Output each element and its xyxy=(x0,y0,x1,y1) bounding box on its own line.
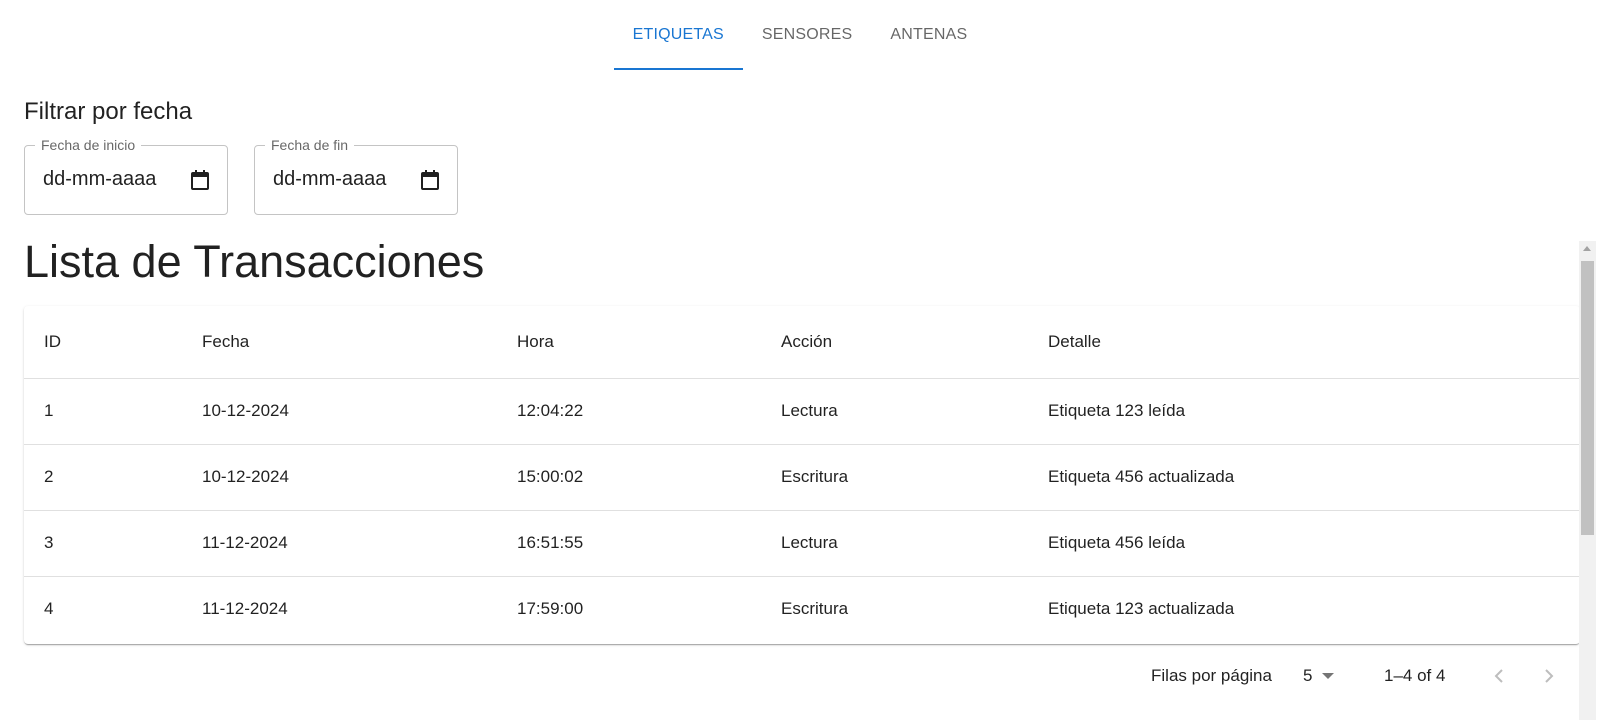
cell-accion: Lectura xyxy=(761,378,1028,445)
cell-hora: 12:04:22 xyxy=(497,378,761,445)
end-date-field[interactable]: Fecha de fin dd-mm-aaaa xyxy=(254,136,458,215)
cell-fecha: 11-12-2024 xyxy=(202,599,288,619)
table-row: 1 10-12-2024 12:04:22 Lectura Etiqueta 1… xyxy=(24,378,1580,445)
start-date-value[interactable]: dd-mm-aaaa xyxy=(43,168,156,191)
rows-per-page-value: 5 xyxy=(1303,666,1313,685)
cell-hora: 16:51:55 xyxy=(497,510,761,577)
cell-detalle: Etiqueta 456 actualizada xyxy=(1028,444,1580,511)
cell-fecha: 10-12-2024 xyxy=(182,444,497,511)
scroll-up-arrow-icon[interactable] xyxy=(1583,246,1591,251)
table-row: 2 10-12-2024 15:00:02 Escritura Etiqueta… xyxy=(24,444,1580,511)
previous-page-button[interactable] xyxy=(1480,656,1520,696)
transactions-table-container: ID Fecha Hora Acción Detalle 1 10-12-202… xyxy=(24,306,1580,644)
calendar-icon[interactable] xyxy=(191,170,209,190)
rows-per-page-select[interactable]: 5 xyxy=(1303,666,1335,686)
cell-accion: Escritura xyxy=(781,599,849,619)
rows-per-page-label: Filas por página xyxy=(1151,666,1272,685)
table-row: 3 11-12-2024 16:51:55 Lectura Etiqueta 4… xyxy=(24,510,1580,577)
tab-sensores[interactable]: SENSORES xyxy=(743,0,872,70)
table-pagination: Filas por página 5 1–4 of 4 xyxy=(0,656,1580,696)
cell-fecha: 11-12-2024 xyxy=(182,510,497,577)
column-header-fecha: Fecha xyxy=(182,306,497,379)
cell-hora: 17:59:00 xyxy=(517,599,584,619)
filter-title: Filtrar por fecha xyxy=(24,98,193,125)
cell-id: 1 xyxy=(24,378,182,445)
tab-bar: ETIQUETAS SENSORES ANTENAS xyxy=(0,0,1610,70)
end-date-label: Fecha de fin xyxy=(265,136,355,154)
cell-id: 4 xyxy=(44,599,54,619)
tab-list: ETIQUETAS SENSORES ANTENAS xyxy=(613,0,987,70)
tab-antenas[interactable]: ANTENAS xyxy=(871,0,986,70)
table-header-row: ID Fecha Hora Acción Detalle xyxy=(24,306,1580,379)
chevron-right-icon xyxy=(1545,669,1554,683)
vertical-scrollbar[interactable] xyxy=(1579,241,1596,720)
column-header-id: ID xyxy=(24,306,182,379)
transactions-table: ID Fecha Hora Acción Detalle 1 10-12-202… xyxy=(24,306,1580,642)
cell-accion: Escritura xyxy=(761,444,1028,511)
page-title: Lista de Transacciones xyxy=(24,236,485,287)
table-row: 4 11-12-2024 17:59:00 Escritura Etiqueta… xyxy=(24,576,1580,642)
cell-accion: Lectura xyxy=(761,510,1028,577)
next-page-button[interactable] xyxy=(1528,656,1568,696)
cell-detalle: Etiqueta 123 leída xyxy=(1028,378,1580,445)
cell-hora: 15:00:02 xyxy=(497,444,761,511)
scrollbar-thumb[interactable] xyxy=(1581,261,1594,535)
chevron-left-icon xyxy=(1494,669,1503,683)
cell-id: 3 xyxy=(24,510,182,577)
chevron-down-icon xyxy=(1322,673,1335,679)
cell-detalle: Etiqueta 123 actualizada xyxy=(1048,599,1235,619)
column-header-accion: Acción xyxy=(761,306,1028,379)
start-date-label: Fecha de inicio xyxy=(35,136,142,154)
tab-etiquetas[interactable]: ETIQUETAS xyxy=(613,0,744,70)
end-date-value[interactable]: dd-mm-aaaa xyxy=(273,168,386,191)
cell-fecha: 10-12-2024 xyxy=(182,378,497,445)
column-header-detalle: Detalle xyxy=(1028,306,1580,379)
start-date-field[interactable]: Fecha de inicio dd-mm-aaaa xyxy=(24,136,228,215)
cell-detalle: Etiqueta 456 leída xyxy=(1028,510,1580,577)
pagination-range: 1–4 of 4 xyxy=(1384,666,1446,685)
column-header-hora: Hora xyxy=(497,306,761,379)
calendar-icon[interactable] xyxy=(421,170,439,190)
cell-id: 2 xyxy=(24,444,182,511)
